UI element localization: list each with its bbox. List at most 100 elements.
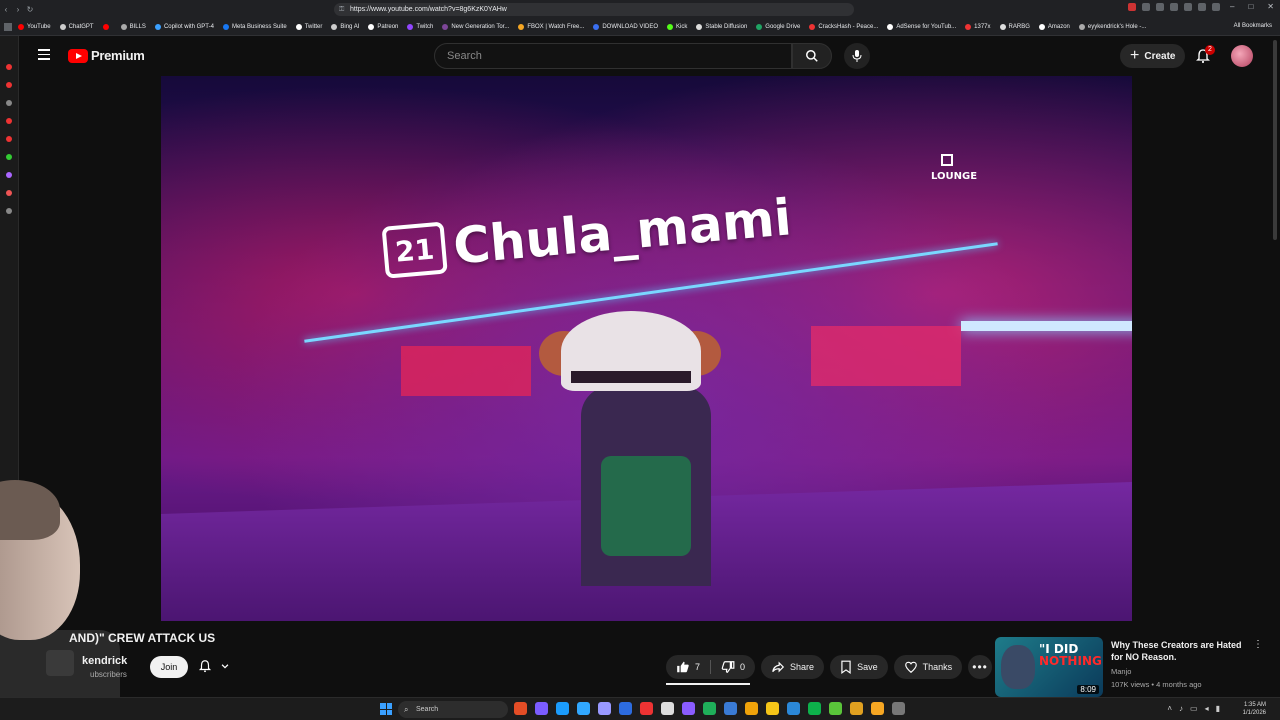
- extension-icon[interactable]: [1128, 3, 1136, 11]
- taskbar-app-icon[interactable]: [535, 702, 548, 715]
- taskbar-app-icon[interactable]: [556, 702, 569, 715]
- bookmark-item[interactable]: [102, 24, 112, 30]
- taskbar-app-icon[interactable]: [682, 702, 695, 715]
- search-input[interactable]: [435, 44, 791, 68]
- taskbar-app-icon[interactable]: [640, 702, 653, 715]
- bookmark-item[interactable]: 1377x: [965, 24, 991, 30]
- voice-search-button[interactable]: [844, 43, 870, 69]
- taskbar-app-icon[interactable]: [661, 702, 674, 715]
- subscription-notifications-button[interactable]: [198, 659, 230, 673]
- bookmark-item[interactable]: Copilot with GPT-4: [154, 24, 214, 30]
- channel-name[interactable]: kendrick: [82, 655, 127, 667]
- bookmark-item[interactable]: ChatGPT: [59, 24, 94, 30]
- related-video-channel[interactable]: Manjo: [1111, 667, 1131, 676]
- maximize-icon[interactable]: □: [1248, 2, 1253, 11]
- volume-icon[interactable]: ◂: [1205, 704, 1209, 713]
- like-button[interactable]: 7: [666, 660, 710, 674]
- extension-icon[interactable]: [1198, 3, 1206, 11]
- page-scrollbar[interactable]: [1273, 40, 1277, 240]
- bookmark-item[interactable]: AdSense for YouTub...: [887, 24, 956, 30]
- sidepanel-icon[interactable]: [6, 136, 12, 142]
- bookmark-item[interactable]: BILLS: [120, 24, 146, 30]
- apps-icon[interactable]: [4, 23, 12, 31]
- forward-icon[interactable]: ›: [12, 5, 24, 14]
- taskbar-app-icon[interactable]: [829, 702, 842, 715]
- search-button[interactable]: [792, 43, 832, 69]
- minimize-icon[interactable]: –: [1230, 2, 1234, 11]
- bookmark-item[interactable]: Patreon: [368, 24, 398, 30]
- taskbar-app-icon[interactable]: [724, 702, 737, 715]
- sidepanel-icon[interactable]: [6, 100, 12, 106]
- thanks-button[interactable]: Thanks: [893, 655, 963, 679]
- sidepanel-icon[interactable]: [6, 82, 12, 88]
- taskbar-app-icon[interactable]: [892, 702, 905, 715]
- taskbar-app-icon[interactable]: [619, 702, 632, 715]
- bookmark-item[interactable]: Kick: [667, 24, 687, 30]
- reload-icon[interactable]: ↻: [24, 5, 36, 14]
- bookmark-item[interactable]: Twitch: [407, 24, 433, 30]
- taskbar-app-icon[interactable]: [514, 702, 527, 715]
- bookmark-item[interactable]: Stable Diffusion: [696, 24, 747, 30]
- search-icon: ⌕: [404, 705, 409, 714]
- taskbar-app-icon[interactable]: [850, 702, 863, 715]
- bookmark-item[interactable]: FBOX | Watch Free...: [518, 24, 584, 30]
- menu-icon[interactable]: [38, 49, 50, 61]
- taskbar-search[interactable]: ⌕ Search: [398, 701, 508, 718]
- battery-icon[interactable]: ▮: [1216, 704, 1220, 713]
- sidepanel-icon[interactable]: [6, 172, 12, 178]
- sidepanel-icon[interactable]: [6, 64, 12, 70]
- windows-start-icon[interactable]: [380, 703, 392, 715]
- bookmark-item[interactable]: eyykendrick's Hole -...: [1078, 24, 1146, 30]
- mic-tray-icon[interactable]: ♪: [1179, 704, 1183, 713]
- sidepanel-icon[interactable]: [6, 154, 12, 160]
- extension-icon[interactable]: [1156, 3, 1164, 11]
- chevron-up-icon[interactable]: ˄: [1167, 704, 1172, 713]
- taskbar-clock[interactable]: 1:35 AM 1/1/2026: [1243, 701, 1266, 717]
- join-button[interactable]: Join: [150, 656, 188, 678]
- sidepanel-icon[interactable]: [6, 190, 12, 196]
- bookmark-item[interactable]: CracksHash - Peace...: [809, 24, 878, 30]
- taskbar-app-icon[interactable]: [598, 702, 611, 715]
- address-bar[interactable]: ⚿ https://www.youtube.com/watch?v=8g6KzK…: [334, 3, 854, 16]
- extension-icon[interactable]: [1142, 3, 1150, 11]
- dislike-button[interactable]: 0: [711, 660, 755, 674]
- bookmark-item[interactable]: RARBG: [999, 24, 1030, 30]
- share-button[interactable]: Share: [761, 655, 825, 679]
- bookmark-item[interactable]: Meta Business Suite: [222, 24, 287, 30]
- taskbar-app-icon[interactable]: [808, 702, 821, 715]
- extension-icon[interactable]: [1212, 3, 1220, 11]
- bookmark-item[interactable]: Google Drive: [756, 24, 800, 30]
- taskbar-app-icon[interactable]: [703, 702, 716, 715]
- youtube-logo[interactable]: Premium: [68, 48, 145, 63]
- related-video-thumbnail[interactable]: "I DID NOTHING" 8:09: [995, 637, 1103, 697]
- avatar[interactable]: [1231, 45, 1253, 67]
- extension-icon[interactable]: [1184, 3, 1192, 11]
- subscriber-count: ubscribers: [90, 670, 127, 679]
- bookmark-item[interactable]: YouTube: [18, 24, 51, 30]
- bookmark-item[interactable]: Twitter: [295, 24, 322, 30]
- more-vert-icon[interactable]: ⋮: [1253, 639, 1263, 650]
- taskbar-app-icon[interactable]: [787, 702, 800, 715]
- bookmark-item[interactable]: Amazon: [1038, 24, 1070, 30]
- sidepanel-icon[interactable]: [6, 118, 12, 124]
- taskbar-app-icon[interactable]: [577, 702, 590, 715]
- save-button[interactable]: Save: [830, 655, 888, 679]
- create-button[interactable]: + Create: [1120, 44, 1186, 68]
- back-icon[interactable]: ‹: [0, 5, 12, 14]
- network-icon[interactable]: ▭: [1190, 704, 1198, 713]
- taskbar-app-icon[interactable]: [766, 702, 779, 715]
- add-panel-icon[interactable]: [6, 208, 12, 214]
- taskbar-app-icon[interactable]: [871, 702, 884, 715]
- video-player[interactable]: LOUNGE 21 Chula_mami: [161, 76, 1132, 621]
- close-icon[interactable]: ✕: [1267, 2, 1274, 11]
- taskbar-app-icon[interactable]: [745, 702, 758, 715]
- extension-icon[interactable]: [1170, 3, 1178, 11]
- microphone-icon: [852, 50, 862, 62]
- related-video-card[interactable]: "I DID NOTHING" 8:09 Why These Creators …: [995, 637, 1275, 697]
- bookmark-item[interactable]: New Generation Tor...: [442, 24, 509, 30]
- bookmark-item[interactable]: Bing AI: [331, 24, 359, 30]
- related-video-title[interactable]: Why These Creators are Hated for NO Reas…: [1111, 639, 1251, 663]
- all-bookmarks-button[interactable]: All Bookmarks: [1234, 23, 1272, 29]
- bookmark-item[interactable]: DOWNLOAD VIDEO: [593, 24, 658, 30]
- more-actions-button[interactable]: •••: [968, 655, 993, 679]
